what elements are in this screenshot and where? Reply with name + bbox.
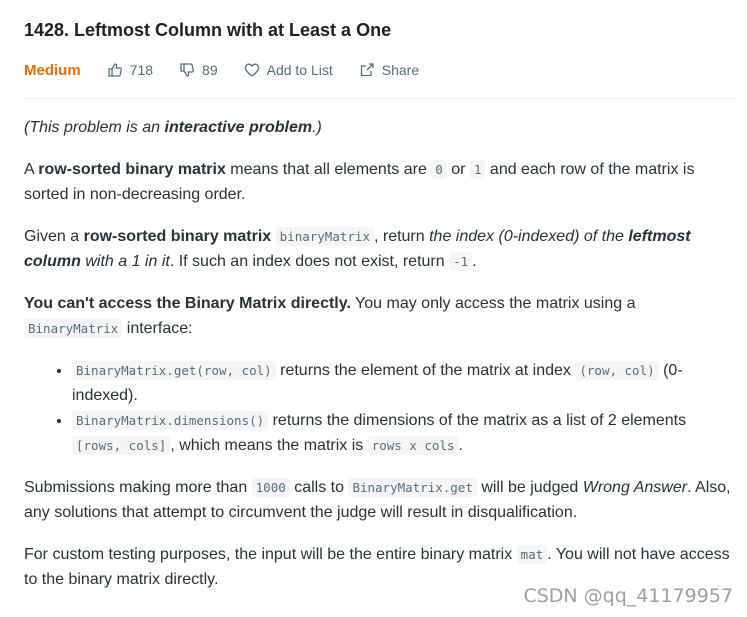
paragraph-definition: A row-sorted binary matrix means that al… bbox=[24, 160, 695, 203]
thumbs-down-icon bbox=[180, 63, 195, 77]
list-item: BinaryMatrix.get(row, col) returns the e… bbox=[72, 358, 738, 408]
dislike-count: 89 bbox=[202, 62, 218, 78]
share-icon bbox=[360, 63, 374, 77]
like-count: 718 bbox=[129, 62, 154, 78]
problem-title: 1428. Leftmost Column with at Least a On… bbox=[24, 20, 392, 40]
add-to-list-button[interactable]: Add to List bbox=[244, 62, 333, 78]
paragraph-interactive-note: (This problem is an interactive problem.… bbox=[24, 119, 322, 136]
paragraph-access-note: You can't access the Binary Matrix direc… bbox=[24, 295, 636, 338]
thumbs-up-icon bbox=[108, 63, 122, 77]
header-divider bbox=[24, 98, 738, 99]
problem-meta-bar: Medium 718 89 Add to List Share bbox=[24, 59, 738, 81]
dislike-button[interactable]: 89 bbox=[179, 62, 218, 78]
heart-icon bbox=[244, 63, 259, 77]
problem-description: (This problem is an interactive problem.… bbox=[24, 115, 738, 609]
paragraph-task: Given a row-sorted binary matrix binaryM… bbox=[24, 227, 691, 271]
list-item: BinaryMatrix.dimensions() returns the di… bbox=[72, 408, 738, 458]
interface-list: BinaryMatrix.get(row, col) returns the e… bbox=[24, 358, 738, 458]
like-button[interactable]: 718 bbox=[107, 62, 153, 78]
difficulty-badge: Medium bbox=[24, 61, 81, 79]
add-to-list-label: Add to List bbox=[266, 62, 333, 78]
paragraph-submission-limit: Submissions making more than 1000 calls … bbox=[24, 478, 731, 521]
share-label: Share bbox=[381, 62, 420, 78]
watermark: CSDN @qq_41179957 bbox=[523, 585, 733, 607]
share-button[interactable]: Share bbox=[359, 62, 419, 78]
